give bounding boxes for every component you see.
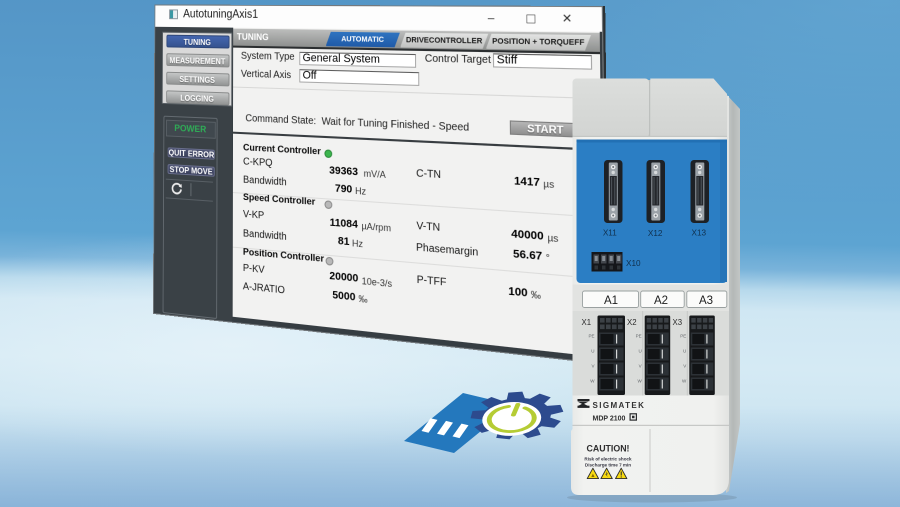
svg-text:PE: PE: [588, 334, 594, 339]
svg-text:MDP 2100: MDP 2100: [593, 416, 626, 423]
svg-text:A3: A3: [699, 295, 713, 307]
svg-text:W: W: [637, 379, 642, 384]
svg-text:CAUTION!: CAUTION!: [586, 444, 629, 454]
svg-text:A2: A2: [654, 295, 668, 307]
svg-text:U: U: [638, 349, 641, 354]
svg-text:PE: PE: [680, 334, 686, 339]
svg-text:Risk of electric shock: Risk of electric shock: [584, 457, 632, 462]
svg-text:W: W: [682, 379, 687, 384]
svg-text:PE: PE: [636, 334, 642, 339]
svg-text:V: V: [639, 364, 642, 369]
svg-text:V: V: [591, 364, 594, 369]
svg-text:Discharge time 7 min: Discharge time 7 min: [585, 463, 631, 468]
svg-text:U: U: [683, 349, 686, 354]
svg-text:X10: X10: [626, 259, 641, 268]
svg-text:X3: X3: [673, 318, 683, 327]
svg-text:U: U: [591, 349, 594, 354]
svg-text:X2: X2: [627, 318, 637, 327]
svg-text:X11: X11: [603, 229, 617, 238]
svg-text:V: V: [683, 364, 686, 369]
svg-text:A1: A1: [604, 295, 618, 307]
svg-text:SIGMATEK: SIGMATEK: [593, 401, 646, 410]
svg-text:X1: X1: [582, 318, 592, 327]
svg-text:X13: X13: [692, 229, 707, 238]
svg-text:X12: X12: [648, 229, 663, 238]
